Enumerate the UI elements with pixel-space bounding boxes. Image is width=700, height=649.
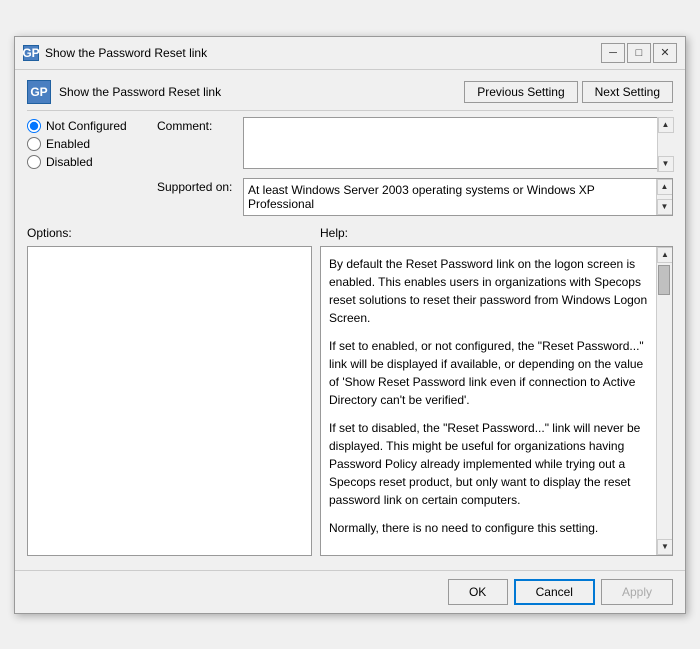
dialog-icon-label: GP xyxy=(22,46,39,60)
help-section-label-container: Help: xyxy=(320,226,673,240)
title-bar-title: Show the Password Reset link xyxy=(45,46,207,60)
previous-setting-button[interactable]: Previous Setting xyxy=(464,81,577,103)
radio-not-configured-label: Not Configured xyxy=(46,119,127,133)
comment-input[interactable] xyxy=(243,117,673,169)
header-buttons: Previous Setting Next Setting xyxy=(464,81,673,103)
apply-button[interactable]: Apply xyxy=(601,579,673,605)
maximize-button[interactable]: □ xyxy=(627,43,651,63)
section-labels: Options: Help: xyxy=(27,226,673,240)
close-button[interactable]: ✕ xyxy=(653,43,677,63)
help-scroll-down[interactable]: ▼ xyxy=(657,539,673,555)
help-paragraph-1: By default the Reset Password link on th… xyxy=(329,255,652,327)
options-section-label-container: Options: xyxy=(27,226,312,240)
supported-box: At least Windows Server 2003 operating s… xyxy=(243,178,673,216)
title-bar: GP Show the Password Reset link ─ □ ✕ xyxy=(15,37,685,70)
radio-disabled-label: Disabled xyxy=(46,155,93,169)
header-row: GP Show the Password Reset link Previous… xyxy=(27,80,673,111)
panels-row: By default the Reset Password link on th… xyxy=(27,246,673,556)
help-paragraph-2: If set to enabled, or not configured, th… xyxy=(329,337,652,409)
footer: OK Cancel Apply xyxy=(15,570,685,613)
help-scroll-thumb xyxy=(658,265,670,295)
dialog: GP Show the Password Reset link ─ □ ✕ GP… xyxy=(14,36,686,614)
comment-scroll-down[interactable]: ▼ xyxy=(658,156,674,172)
help-text-content: By default the Reset Password link on th… xyxy=(321,247,672,555)
radio-not-configured-input[interactable] xyxy=(27,119,41,133)
policy-icon-label: GP xyxy=(30,85,47,99)
minimize-button[interactable]: ─ xyxy=(601,43,625,63)
help-scrollbar: ▲ ▼ xyxy=(656,247,672,555)
next-setting-button[interactable]: Next Setting xyxy=(582,81,673,103)
help-scroll-track xyxy=(657,263,672,539)
ok-button[interactable]: OK xyxy=(448,579,508,605)
supported-field-row: Supported on: At least Windows Server 20… xyxy=(157,178,673,216)
cancel-button[interactable]: Cancel xyxy=(514,579,595,605)
supported-scroll-down[interactable]: ▼ xyxy=(657,199,673,215)
comment-label: Comment: xyxy=(157,117,237,133)
title-bar-controls: ─ □ ✕ xyxy=(601,43,677,63)
help-paragraph-4: Normally, there is no need to configure … xyxy=(329,519,652,537)
content: GP Show the Password Reset link Previous… xyxy=(15,70,685,566)
header-left: GP Show the Password Reset link xyxy=(27,80,221,104)
help-scroll-up[interactable]: ▲ xyxy=(657,247,673,263)
supported-label: Supported on: xyxy=(157,178,237,194)
radio-enabled-label: Enabled xyxy=(46,137,90,151)
help-label: Help: xyxy=(320,226,348,240)
help-panel: By default the Reset Password link on th… xyxy=(320,246,673,556)
form-section: Not Configured Enabled Disabled Comment: xyxy=(27,117,673,216)
radio-disabled[interactable]: Disabled xyxy=(27,155,147,169)
options-label: Options: xyxy=(27,226,72,240)
supported-scrollbar: ▲ ▼ xyxy=(656,179,672,215)
help-paragraph-3: If set to disabled, the "Reset Password.… xyxy=(329,419,652,509)
supported-scroll-up[interactable]: ▲ xyxy=(657,179,673,195)
radio-enabled[interactable]: Enabled xyxy=(27,137,147,151)
dialog-icon: GP xyxy=(23,45,39,61)
right-fields: Comment: ▲ ▼ Supported on: At least xyxy=(157,117,673,216)
radio-not-configured[interactable]: Not Configured xyxy=(27,119,147,133)
options-panel xyxy=(27,246,312,556)
radio-group: Not Configured Enabled Disabled xyxy=(27,117,147,169)
comment-scrollbar: ▲ ▼ xyxy=(657,117,673,172)
header-title: Show the Password Reset link xyxy=(59,85,221,99)
policy-icon: GP xyxy=(27,80,51,104)
comment-scroll-up[interactable]: ▲ xyxy=(658,117,674,133)
radio-disabled-input[interactable] xyxy=(27,155,41,169)
comment-field-row: Comment: ▲ ▼ xyxy=(157,117,673,172)
supported-content: At least Windows Server 2003 operating s… xyxy=(244,179,672,215)
radio-enabled-input[interactable] xyxy=(27,137,41,151)
title-bar-left: GP Show the Password Reset link xyxy=(23,45,207,61)
